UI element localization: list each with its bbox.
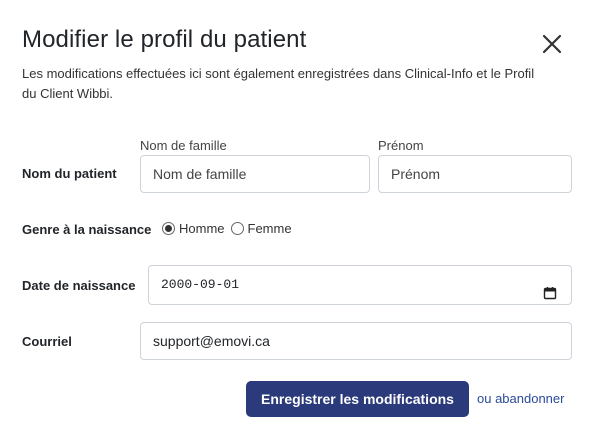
- birth-date-label: Date de naissance: [22, 278, 136, 293]
- gender-option-homme-label[interactable]: Homme: [179, 221, 225, 236]
- email-input[interactable]: support@emovi.ca: [140, 322, 572, 360]
- calendar-icon[interactable]: [543, 278, 557, 300]
- email-label: Courriel: [22, 334, 72, 349]
- birth-date-value: 2000-09-01: [161, 277, 240, 292]
- first-name-caption: Prénom: [378, 138, 424, 153]
- gender-option-femme-label[interactable]: Femme: [248, 221, 292, 236]
- dialog-description: Les modifications effectuées ici sont ég…: [22, 66, 535, 101]
- birth-date-input[interactable]: 2000-09-01: [148, 265, 572, 305]
- close-icon[interactable]: [538, 30, 566, 58]
- last-name-input[interactable]: Nom de famille: [140, 155, 370, 193]
- save-changes-button[interactable]: Enregistrer les modifications: [246, 381, 469, 417]
- gender-radio-homme[interactable]: [162, 222, 175, 235]
- gender-radio-group: Homme Femme: [162, 221, 298, 236]
- cancel-link[interactable]: ou abandonner: [477, 391, 564, 406]
- first-name-input[interactable]: Prénom: [378, 155, 572, 193]
- last-name-caption: Nom de famille: [140, 138, 227, 153]
- edit-patient-dialog: Modifier le profil du patient Les modifi…: [0, 0, 596, 439]
- gender-label: Genre à la naissance: [22, 222, 152, 237]
- gender-radio-femme[interactable]: [230, 222, 244, 235]
- patient-name-label: Nom du patient: [22, 166, 117, 181]
- dialog-title: Modifier le profil du patient: [22, 26, 307, 53]
